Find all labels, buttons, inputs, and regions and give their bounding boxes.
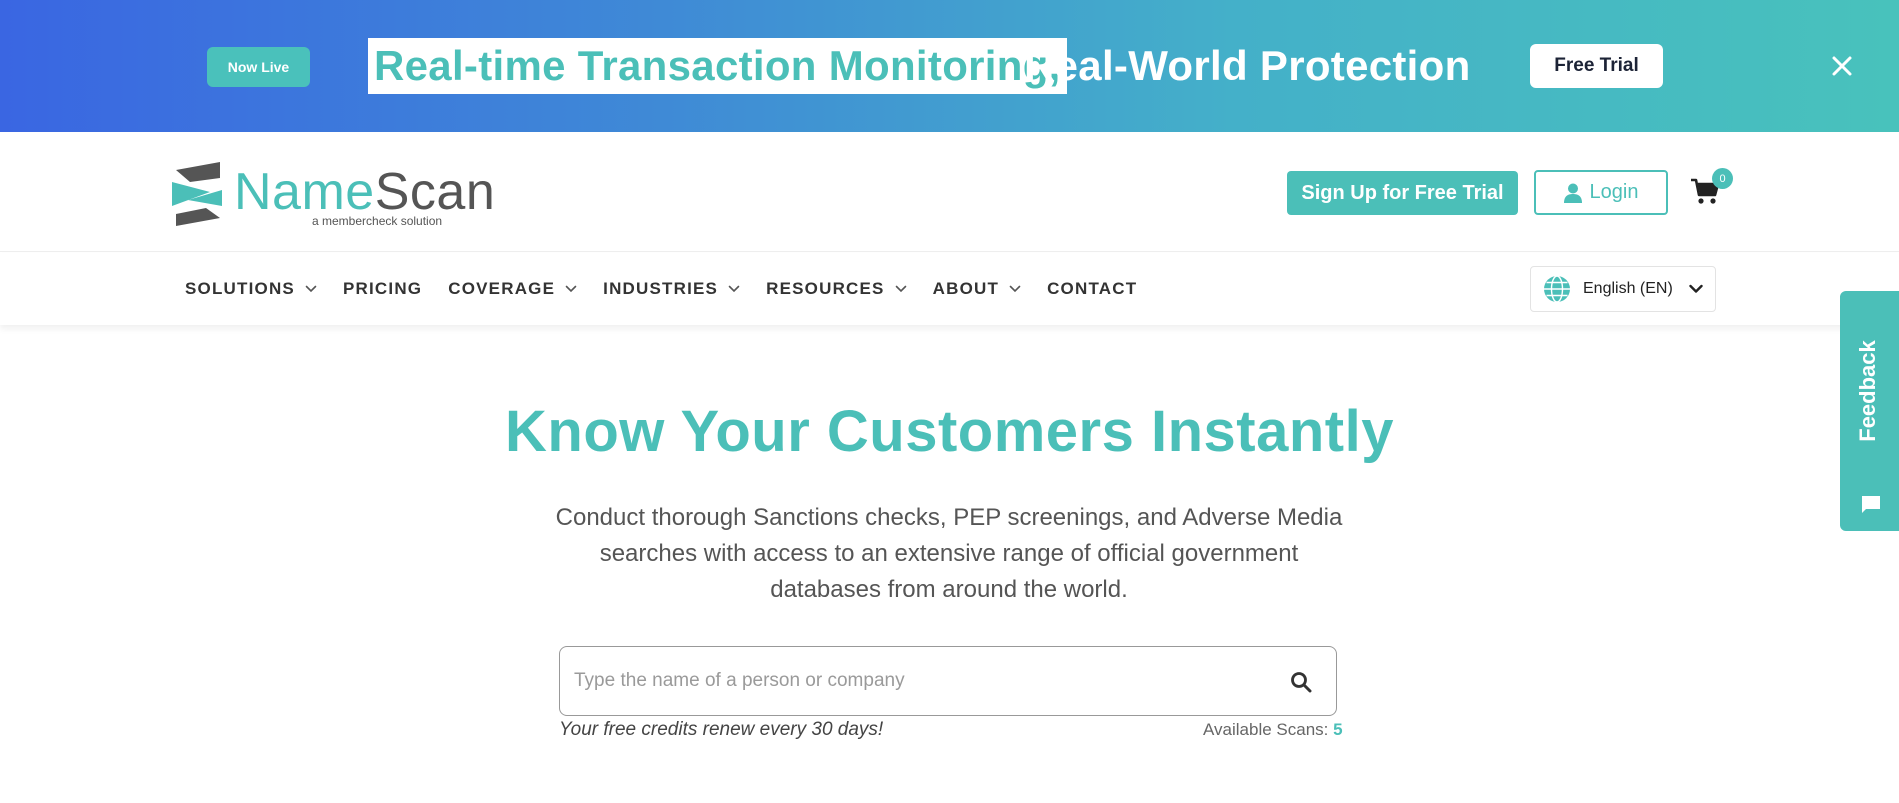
nav-item-label: ABOUT (932, 279, 1000, 298)
nav-item-resources[interactable]: RESOURCES (766, 279, 907, 299)
globe-icon (1544, 275, 1570, 303)
logo-name-part-a: Name (234, 163, 375, 221)
logo-tagline: a membercheck solution (312, 214, 443, 228)
nav-item-label: SOLUTIONS (185, 279, 295, 298)
nav-item-solutions[interactable]: SOLUTIONS (185, 279, 317, 299)
nav-item-label: INDUSTRIES (603, 279, 719, 298)
search-box (559, 646, 1337, 716)
search-input[interactable] (574, 670, 1274, 692)
main-nav: SOLUTIONS PRICING COVERAGE INDUSTRIES RESOUR… (0, 253, 1899, 325)
user-icon (1563, 183, 1582, 203)
nav-item-coverage[interactable]: COVERAGE (448, 279, 577, 299)
hero-title: Know Your Customers Instantly (505, 399, 1394, 464)
available-scans: Available Scans: 5 (1203, 720, 1343, 740)
logo-mark-icon (172, 162, 222, 226)
chevron-down-icon (728, 285, 740, 293)
now-live-badge[interactable]: Now Live (207, 47, 310, 87)
cart-count-badge: 0 (1712, 168, 1733, 189)
nav-item-contact[interactable]: CONTACT (1047, 279, 1137, 299)
login-label: Login (1589, 181, 1639, 203)
language-selector[interactable]: English (EN) (1530, 266, 1716, 312)
logo-wordmark: NameScan (234, 164, 495, 220)
chat-icon (1862, 496, 1880, 513)
feedback-label-wrap: Feedback (1848, 331, 1888, 451)
feedback-label: Feedback (1855, 340, 1880, 442)
signup-free-trial-button[interactable]: Sign Up for Free Trial (1287, 171, 1518, 215)
chevron-down-icon (1009, 285, 1021, 293)
chevron-down-icon (895, 285, 906, 293)
chevron-down-icon (305, 285, 317, 293)
nav-item-label: COVERAGE (448, 279, 556, 298)
available-scans-label: Available Scans: (1203, 720, 1329, 739)
logo-name-part-b: Scan (374, 163, 496, 221)
free-credits-note: Your free credits renew every 30 days! (559, 719, 884, 740)
nav-item-label: RESOURCES (766, 279, 885, 298)
nav-item-label: CONTACT (1047, 279, 1138, 298)
feedback-tab[interactable]: Feedback (1840, 291, 1899, 531)
chevron-down-icon (1689, 284, 1703, 293)
namescan-logo[interactable]: NameScan a membercheck solution (170, 160, 495, 228)
site-header: NameScan a membercheck solution Sign Up … (0, 132, 1899, 252)
nav-item-pricing[interactable]: PRICING (343, 279, 422, 299)
promo-banner: Now Live Real-time Transaction Monitorin… (0, 0, 1899, 132)
free-trial-button[interactable]: Free Trial (1530, 44, 1663, 88)
language-label: English (EN) (1583, 280, 1673, 297)
search-icon[interactable] (1290, 671, 1312, 693)
nav-item-industries[interactable]: INDUSTRIES (603, 279, 740, 299)
hero-description: Conduct thorough Sanctions checks, PEP s… (555, 504, 1343, 603)
available-scans-count: 5 (1333, 720, 1343, 739)
nav-item-about[interactable]: ABOUT (933, 279, 1021, 299)
nav-item-label: PRICING (342, 279, 423, 298)
chevron-down-icon (565, 285, 577, 293)
close-icon[interactable] (1828, 52, 1856, 80)
banner-headline-highlight: Real-time Transaction Monitoring, (368, 38, 1067, 94)
nav-menu: SOLUTIONS PRICING COVERAGE INDUSTRIES RESOUR… (185, 253, 1163, 325)
banner-headline: Real-World Protection (1024, 42, 1471, 89)
login-button[interactable]: Login (1534, 170, 1668, 215)
